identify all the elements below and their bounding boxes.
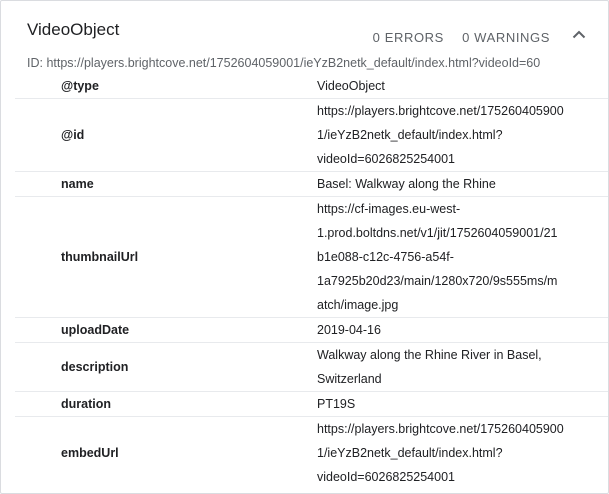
property-key: description (15, 342, 317, 392)
property-row: embedUrl https://players.brightcove.net/1… (15, 416, 608, 489)
property-row: duration PT19S (15, 391, 608, 417)
property-value-line: videoId=6026825254001 (317, 152, 455, 166)
property-value-line: 1a7925b20d23/main/1280x720/9s555ms/m (317, 274, 558, 288)
chevron-up-icon (572, 30, 586, 38)
property-value-line: VideoObject (317, 79, 385, 93)
card-header: VideoObject 0 ERRORS 0 WARNINGS (1, 1, 608, 55)
property-key: uploadDate (15, 317, 317, 343)
property-value-line: 1/ieYzB2netk_default/index.html? (317, 446, 503, 460)
property-key: @id (15, 98, 317, 172)
property-value-line: 1.prod.boltdns.net/v1/jit/1752604059001/… (317, 226, 558, 240)
property-value-line: b1e088-c12c-4756-a54f- (317, 250, 454, 264)
property-value-line: videoId=6026825254001 (317, 470, 455, 484)
property-value-line: Basel: Walkway along the Rhine (317, 177, 496, 191)
property-value-line: PT19S (317, 397, 356, 411)
issue-counts: 0 ERRORS 0 WARNINGS (359, 30, 550, 45)
property-value-line: atch/image.jpg (317, 298, 399, 312)
property-row: description Walkway along the Rhine River… (15, 342, 608, 392)
property-value: PT19S (317, 391, 608, 417)
item-type-title: VideoObject (27, 20, 120, 39)
structured-data-card: VideoObject 0 ERRORS 0 WARNINGS ID: http… (0, 0, 609, 494)
property-value-line: https://cf-images.eu-west- (317, 202, 461, 216)
property-row: uploadDate 2019-04-16 (15, 317, 608, 343)
property-value-line: https://players.brightcove.net/175260405… (317, 104, 564, 118)
property-key: name (15, 171, 317, 197)
item-id-line: ID: https://players.brightcove.net/17526… (27, 56, 541, 70)
property-value: Basel: Walkway along the Rhine (317, 171, 608, 197)
property-key: thumbnailUrl (15, 196, 317, 318)
properties-table: @type VideoObject @id https://players.brigh… (15, 74, 608, 489)
property-value: 2019-04-16 (317, 317, 608, 343)
property-value: https://players.brightcove.net/175260405… (317, 416, 608, 489)
property-value: https://players.brightcove.net/175260405… (317, 98, 608, 172)
property-row: name Basel: Walkway along the Rhine (15, 171, 608, 197)
property-row: @id https://players.brightcove.net/175260… (15, 98, 608, 172)
property-row: thumbnailUrl https://cf-images.eu-west- 1.… (15, 196, 608, 318)
warnings-count: 0 WARNINGS (462, 30, 550, 45)
property-value-line: Switzerland (317, 372, 382, 386)
property-value-line: 1/ieYzB2netk_default/index.html? (317, 128, 503, 142)
property-value-line: https://players.brightcove.net/175260405… (317, 422, 564, 436)
property-key: embedUrl (15, 416, 317, 489)
property-value: https://cf-images.eu-west- 1.prod.boltdns… (317, 196, 608, 318)
errors-count: 0 ERRORS (372, 30, 444, 45)
property-value: VideoObject (317, 74, 608, 99)
property-value-line: 2019-04-16 (317, 323, 381, 337)
property-row: @type VideoObject (15, 74, 608, 99)
property-key: duration (15, 391, 317, 417)
property-value: Walkway along the Rhine River in Basel, S… (317, 342, 608, 392)
property-value-line: Walkway along the Rhine River in Basel, (317, 348, 542, 362)
collapse-button[interactable] (570, 25, 588, 43)
property-key: @type (61, 79, 99, 93)
